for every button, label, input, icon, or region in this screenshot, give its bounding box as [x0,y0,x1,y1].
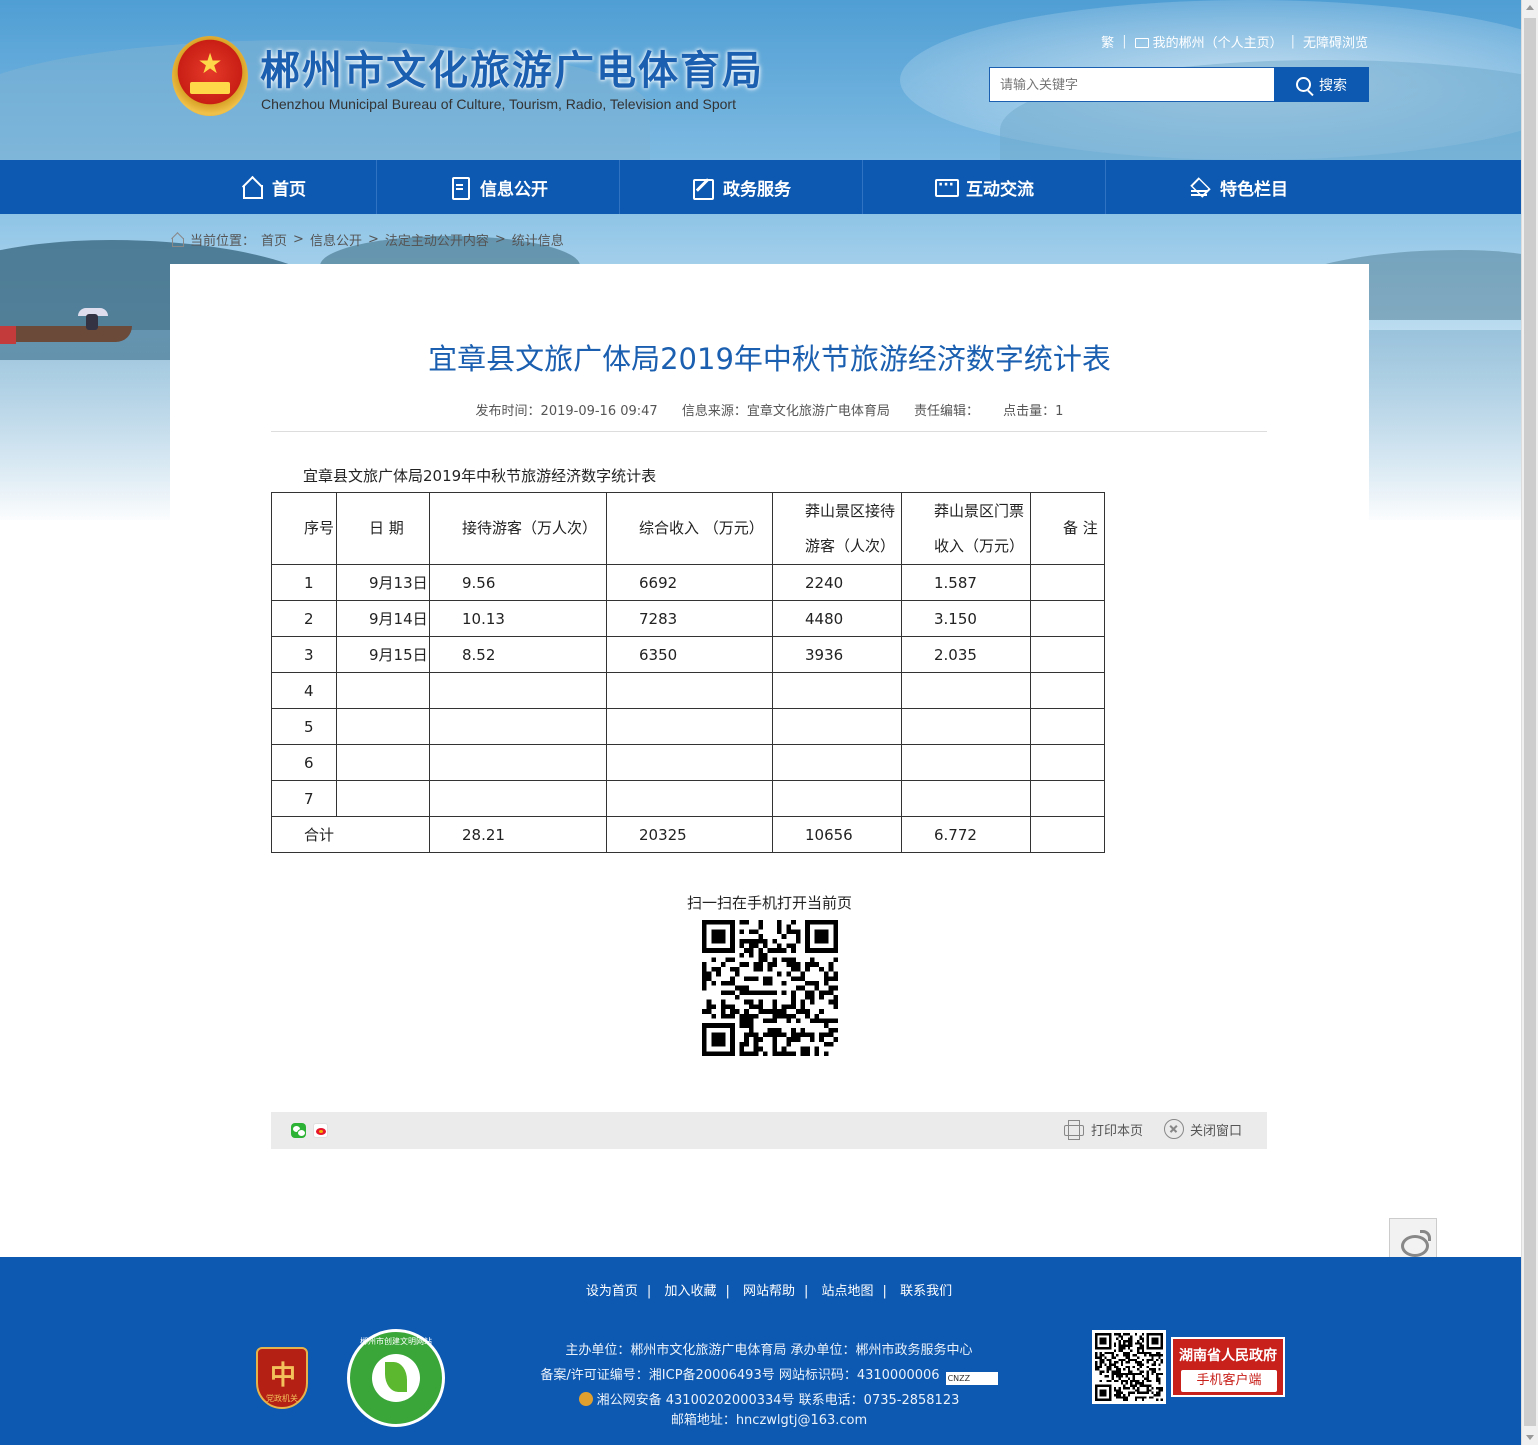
article-card: 宜章县文旅广体局2019年中秋节旅游经济数字统计表 发布时间：2019-09-1… [170,264,1369,1224]
header-mangshan-ticket: 莽山景区门票 收入（万元） [901,492,1031,565]
footer-email: 邮箱地址：hnczwlgtj@163.com [670,1413,868,1428]
print-button[interactable]: 打印本页 [1063,1119,1143,1140]
printer-icon [1063,1119,1084,1140]
footer-link-favorite[interactable]: 加入收藏 [664,1284,716,1299]
breadcrumb-item-info[interactable]: 信息公开 [310,230,362,249]
monitor-icon [1134,38,1149,48]
site-title[interactable]: 郴州市文化旅游广电体育局 [260,38,764,96]
edit-icon [691,176,714,200]
table-row: 7 [271,780,1105,817]
page-qr-code [702,920,838,1056]
table-row: 3 9月15日 8.52 6350 3936 2.035 [271,636,1105,673]
police-badge-icon [578,1392,593,1406]
header-seq: 序号 [271,492,337,565]
breadcrumb-item-statutory[interactable]: 法定主动公开内容 [385,230,489,249]
share-toolbar: 打印本页 关闭窗口 [271,1112,1267,1149]
traditional-chinese-link[interactable]: 繁 [1101,32,1114,51]
scroll-up-arrow-icon[interactable] [1526,5,1534,10]
footer-link-set-home[interactable]: 设为首页 [586,1284,638,1299]
breadcrumb: 当前位置： 首页 > 信息公开 > 法定主动公开内容 > 统计信息 [170,230,564,249]
cnzz-badge[interactable]: CNZZ [945,1372,998,1385]
home-icon [240,176,263,199]
national-emblem-logo[interactable]: ★ [172,36,248,116]
info-source: 信息来源：宜章文化旅游广电体育局 [681,404,890,419]
nav-item-featured[interactable]: 特色栏目 [1106,160,1370,214]
nav-item-interaction[interactable]: 互动交流 [863,160,1106,214]
publish-time: 发布时间：2019-09-16 09:47 [475,404,658,419]
nav-item-home[interactable]: 首页 [170,160,377,214]
search-input[interactable] [989,67,1274,102]
scrollbar-thumb[interactable] [1524,18,1536,1426]
top-links: 繁 | 我的郴州（个人主页） | 无障碍浏览 [1101,32,1368,51]
table-row: 6 [271,744,1105,781]
header-income: 综合收入 （万元） [606,492,773,565]
table-row: 4 [271,672,1105,709]
home-icon [170,233,184,247]
search-box: 搜索 [989,67,1369,102]
responsible-editor: 责任编辑： [914,404,980,419]
vertical-scrollbar[interactable] [1521,0,1538,1445]
article-meta: 发布时间：2019-09-16 09:47 信息来源：宜章文化旅游广电体育局 责… [170,400,1369,419]
close-window-button[interactable]: 关闭窗口 [1164,1119,1242,1139]
footer-links: 设为首页 | 加入收藏 | 网站帮助 | 站点地图 | 联系我们 [585,1284,953,1299]
footer-link-contact[interactable]: 联系我们 [900,1284,952,1299]
document-icon [448,176,470,200]
main-nav: 首页 信息公开 政务服务 互动交流 特色栏目 [0,160,1538,214]
table-header-row: 序号 日 期 接待游客（万人次） 综合收入 （万元） 莽山景区接待 游客（人次） … [271,492,1105,565]
my-chenzhou-link[interactable]: 我的郴州（个人主页） [1134,32,1283,51]
close-icon [1164,1119,1184,1139]
header-remark: 备 注 [1030,492,1105,565]
divider [271,431,1267,432]
chat-icon [934,176,959,198]
table-row: 5 [271,708,1105,745]
search-button[interactable]: 搜索 [1274,67,1369,102]
statistics-table: 序号 日 期 接待游客（万人次） 综合收入 （万元） 莽山景区接待 游客（人次） … [271,492,1105,853]
search-icon [1296,77,1311,92]
footer-icp: 备案/许可证编号：湘ICP备20006493号 网站标识码：4310000006… [0,1364,1538,1385]
footer-link-help[interactable]: 网站帮助 [743,1284,795,1299]
hunan-gov-app-badge[interactable]: 湖南省人民政府 手机客户端 [1171,1337,1285,1397]
accessible-browse-link[interactable]: 无障碍浏览 [1303,32,1368,51]
footer: 设为首页 | 加入收藏 | 网站帮助 | 站点地图 | 联系我们 中 党政机关 郴州市创… [0,1257,1538,1445]
qr-label: 扫一扫在手机打开当前页 [686,894,852,912]
layers-icon [1188,176,1210,198]
scroll-down-arrow-icon[interactable] [1526,1435,1534,1440]
article-title: 宜章县文旅广体局2019年中秋节旅游经济数字统计表 [428,342,1111,376]
table-row: 2 9月14日 10.13 7283 4480 3.150 [271,600,1105,637]
footer-link-sitemap[interactable]: 站点地图 [822,1284,874,1299]
footer-sponsor: 主办单位：郴州市文化旅游广电体育局 承办单位：郴州市政务服务中心 [565,1343,973,1358]
header-mangshan-visitors: 莽山景区接待 游客（人次） [772,492,902,565]
breadcrumb-item-statistics[interactable]: 统计信息 [512,230,564,249]
nav-item-info-disclosure[interactable]: 信息公开 [377,160,620,214]
nav-item-gov-services[interactable]: 政务服务 [620,160,863,214]
breadcrumb-item-home[interactable]: 首页 [261,230,287,249]
hit-count: 点击量：1 [1003,404,1064,419]
footer-police: 湘公网安备 43100202000334号 联系电话：0735-2858123 [0,1389,1538,1408]
boat-image [0,326,132,342]
header-date: 日 期 [336,492,430,565]
table-total-row: 合计 28.21 20325 10656 6.772 [271,816,1105,853]
weibo-share-icon[interactable] [313,1123,328,1138]
table-row: 1 9月13日 9.56 6692 2240 1.587 [271,564,1105,601]
site-subtitle: Chenzhou Municipal Bureau of Culture, To… [261,96,736,112]
table-caption: 宜章县文旅广体局2019年中秋节旅游经济数字统计表 [303,467,657,485]
footer-qr-code [1092,1330,1166,1404]
wechat-share-icon[interactable] [291,1123,306,1138]
header-visitors: 接待游客（万人次） [429,492,607,565]
